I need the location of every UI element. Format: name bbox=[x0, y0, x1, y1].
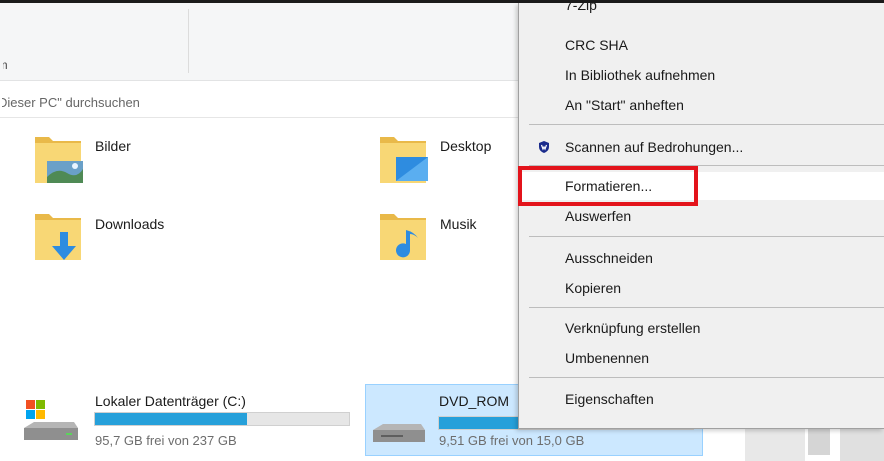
menu-item-label: In Bibliothek aufnehmen bbox=[565, 67, 716, 83]
ribbon-separator bbox=[188, 9, 189, 73]
annotation-highlight-box bbox=[518, 166, 698, 206]
menu-item-label: Verknüpfung erstellen bbox=[565, 320, 701, 336]
drive-usage-bar bbox=[94, 412, 350, 426]
folder-label: Desktop bbox=[440, 138, 492, 154]
folder-label: Downloads bbox=[95, 216, 165, 232]
downloads-folder-icon bbox=[35, 214, 81, 260]
menu-separator bbox=[529, 236, 884, 237]
menu-item-create-shortcut[interactable]: Verknüpfung erstellen bbox=[519, 315, 884, 341]
search-box[interactable]: Dieser PC" durchsuchen bbox=[0, 86, 520, 118]
pictures-folder-icon bbox=[35, 137, 83, 183]
menu-item-add-to-library[interactable]: In Bibliothek aufnehmen bbox=[519, 62, 884, 88]
search-placeholder: Dieser PC" durchsuchen bbox=[2, 95, 140, 110]
menu-item-label: Kopieren bbox=[565, 280, 622, 296]
menu-item-label: 7-Zip bbox=[565, 3, 597, 13]
folder-music[interactable]: Musik bbox=[378, 208, 518, 268]
menu-separator bbox=[529, 307, 884, 308]
folder-downloads[interactable]: Downloads bbox=[33, 208, 233, 268]
folder-pictures[interactable]: Bilder bbox=[33, 131, 233, 191]
optical-drive-icon bbox=[373, 424, 425, 442]
context-menu: 7-Zip CRC SHA In Bibliothek aufnehmen An… bbox=[518, 3, 884, 429]
menu-item-eject[interactable]: Auswerfen bbox=[519, 203, 884, 229]
desktop-folder-icon bbox=[380, 137, 428, 183]
menu-item-properties[interactable]: Eigenschaften bbox=[519, 386, 884, 412]
music-folder-icon bbox=[380, 214, 426, 260]
hard-drive-icon bbox=[24, 400, 78, 440]
drive-name: Lokaler Datenträger (C:) bbox=[95, 393, 246, 409]
folder-desktop[interactable]: Desktop bbox=[378, 131, 518, 191]
menu-item-label: CRC SHA bbox=[565, 37, 629, 53]
drive-free-space: 95,7 GB frei von 237 GB bbox=[95, 433, 237, 448]
menu-item-rename[interactable]: Umbenennen bbox=[519, 345, 884, 371]
menu-item-crc-sha[interactable]: CRC SHA bbox=[519, 32, 884, 58]
menu-separator bbox=[529, 377, 884, 378]
drive-free-space: 9,51 GB frei von 15,0 GB bbox=[439, 433, 585, 448]
menu-item-label: Umbenennen bbox=[565, 350, 650, 366]
defender-shield-icon bbox=[539, 141, 549, 153]
drive-name: DVD_ROM bbox=[439, 393, 510, 409]
ribbon-group-label: em bbox=[3, 58, 33, 72]
menu-item-scan-threats[interactable]: Scannen auf Bedrohungen... bbox=[519, 134, 884, 160]
menu-item-label: Scannen auf Bedrohungen... bbox=[565, 139, 744, 155]
menu-item-pin-to-start[interactable]: An "Start" anheften bbox=[519, 92, 884, 118]
menu-item-7zip[interactable]: 7-Zip bbox=[519, 3, 884, 25]
menu-item-label: An "Start" anheften bbox=[565, 97, 684, 113]
menu-item-label: Eigenschaften bbox=[565, 391, 654, 407]
drive-local-c[interactable]: Lokaler Datenträger (C:) 95,7 GB frei vo… bbox=[20, 386, 360, 456]
drive-usage-fill bbox=[95, 413, 248, 425]
folder-label: Musik bbox=[440, 216, 477, 232]
menu-item-label: Ausschneiden bbox=[565, 250, 653, 266]
menu-separator bbox=[529, 124, 884, 125]
menu-item-copy[interactable]: Kopieren bbox=[519, 275, 884, 301]
folder-label: Bilder bbox=[95, 138, 131, 154]
menu-item-cut[interactable]: Ausschneiden bbox=[519, 245, 884, 271]
menu-item-label: Auswerfen bbox=[565, 208, 632, 224]
